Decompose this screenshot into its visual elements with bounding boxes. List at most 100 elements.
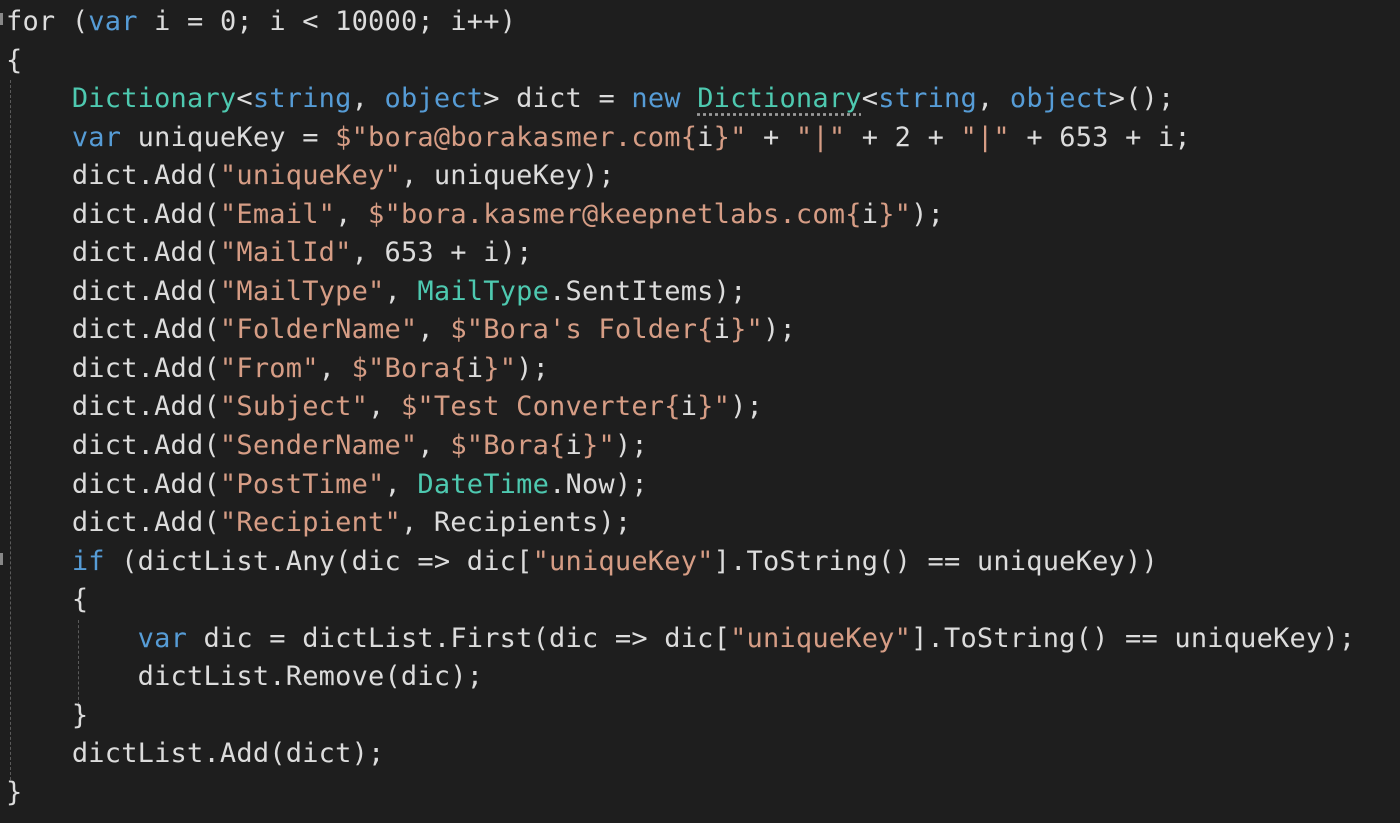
code-line[interactable]: dict.Add("From", $"Bora{i}");: [6, 350, 1355, 389]
code-line[interactable]: dict.Add("Email", $"bora.kasmer@keepnetl…: [6, 196, 1355, 235]
code-line[interactable]: dictList.Remove(dic);: [6, 658, 1355, 697]
code-token: object: [384, 83, 484, 115]
code-token: {: [6, 584, 89, 616]
code-token: var: [88, 6, 138, 37]
code-token: for: [6, 6, 56, 37]
code-token: if: [71, 545, 105, 577]
code-token: i: [680, 391, 698, 423]
code-token: "MailType": [219, 275, 385, 307]
code-token: var: [71, 121, 122, 153]
code-line[interactable]: dict.Add("uniqueKey", uniqueKey);: [6, 157, 1355, 196]
code-line[interactable]: {: [6, 42, 1355, 81]
code-line[interactable]: for (var i = 0; i < 10000; i++): [6, 3, 1355, 42]
code-token: ,: [976, 83, 1010, 115]
code-token: dict.Add(: [6, 314, 220, 346]
code-line[interactable]: {: [6, 581, 1355, 620]
code-token: dict.Add(: [6, 237, 220, 269]
code-token: }: [6, 699, 89, 731]
code-line[interactable]: Dictionary<string, object> dict = new Di…: [6, 80, 1355, 119]
code-token: $"bora.kasmer@keepnetlabs.com{: [368, 198, 862, 230]
code-token: ,: [384, 468, 418, 500]
code-line[interactable]: dictList.Add(dict);: [6, 735, 1355, 774]
code-token: }": [878, 198, 912, 230]
code-text-area[interactable]: for (var i = 0; i < 10000; i++){ Diction…: [6, 3, 1355, 812]
code-token: , Recipients);: [400, 507, 632, 539]
code-token: string: [878, 83, 977, 115]
code-token: ,: [351, 83, 385, 115]
code-token: }": [730, 314, 763, 346]
code-token: "uniqueKey": [532, 545, 714, 577]
code-line[interactable]: dict.Add("MailId", 653 + i);: [6, 234, 1355, 273]
code-token: "Recipient": [219, 507, 401, 539]
code-line[interactable]: dict.Add("Subject", $"Test Converter{i}"…: [6, 388, 1355, 427]
code-token: ,: [384, 275, 418, 307]
code-token: uniqueKey =: [121, 121, 336, 153]
code-token: , 653 + i);: [351, 237, 533, 269]
fold-marker-for[interactable]: [0, 13, 3, 25]
code-line[interactable]: }: [6, 697, 1355, 736]
code-token: new: [631, 83, 681, 115]
code-token: i: [697, 121, 714, 153]
code-token: +: [746, 121, 796, 153]
code-line[interactable]: if (dictList.Any(dic => dic["uniqueKey"]…: [6, 543, 1355, 582]
code-editor[interactable]: for (var i = 0; i < 10000; i++){ Diction…: [0, 0, 1400, 823]
code-token: $"Bora{: [450, 430, 566, 462]
code-token: DateTime: [417, 468, 550, 500]
code-token: , uniqueKey);: [400, 160, 615, 192]
code-token: }": [713, 121, 747, 153]
code-line[interactable]: var dic = dictList.First(dic => dic["uni…: [6, 620, 1356, 659]
code-token: ,: [335, 198, 369, 230]
code-token: dic = dictList.First(dic => dic[: [187, 622, 731, 654]
code-token: );: [614, 430, 648, 462]
code-line[interactable]: }: [6, 774, 1355, 813]
code-token: );: [730, 391, 764, 423]
code-line[interactable]: dict.Add("FolderName", $"Bora's Folder{i…: [6, 311, 1355, 350]
code-token: dict.Add(: [6, 352, 220, 384]
code-token: + 2 +: [845, 121, 961, 153]
code-token: dictList.Add(dict);: [6, 738, 385, 770]
code-token: );: [911, 198, 945, 230]
code-token: .Now);: [549, 468, 648, 500]
code-token: dict.Add(: [6, 198, 220, 230]
fold-marker-if[interactable]: [0, 553, 3, 565]
code-token: i: [565, 430, 582, 462]
code-token: >();: [1108, 83, 1175, 115]
code-line[interactable]: dict.Add("Recipient", Recipients);: [6, 504, 1355, 543]
code-token: "From": [219, 352, 319, 384]
code-token: dict.Add(: [6, 391, 220, 423]
code-token: Dictionary: [697, 83, 862, 115]
code-token: object: [1009, 83, 1109, 115]
code-token: var: [137, 622, 188, 654]
code-token: dict.Add(: [6, 468, 220, 500]
code-line[interactable]: var uniqueKey = $"bora@borakasmer.com{i}…: [6, 119, 1355, 158]
code-token: ,: [417, 430, 451, 462]
code-token: dict.Add(: [6, 275, 220, 307]
code-token: ].ToString() == uniqueKey);: [911, 622, 1356, 654]
code-token: <: [861, 83, 879, 115]
code-token: dict.Add(: [6, 430, 220, 462]
code-line[interactable]: dict.Add("PostTime", DateTime.Now);: [6, 466, 1355, 505]
code-token: <: [236, 83, 253, 115]
code-token: MailType: [417, 275, 550, 307]
code-token: }": [581, 430, 615, 462]
code-token: > dict =: [483, 83, 632, 115]
code-token: "MailId": [219, 237, 352, 269]
code-token: i = 0; i < 10000; i++): [137, 6, 517, 37]
code-token: {: [6, 44, 23, 76]
code-token: "SenderName": [219, 430, 418, 462]
code-token: $"bora@borakasmer.com{: [335, 121, 698, 153]
code-token: dict.Add(: [6, 160, 220, 192]
code-token: .SentItems);: [549, 275, 747, 307]
code-token: }": [483, 352, 517, 384]
code-token: dict.Add(: [6, 507, 220, 539]
code-line[interactable]: dict.Add("MailType", MailType.SentItems)…: [6, 273, 1355, 312]
code-token: );: [763, 314, 796, 346]
code-token: i: [713, 314, 731, 346]
code-token: "|": [960, 121, 1010, 153]
code-line[interactable]: dict.Add("SenderName", $"Bora{i}");: [6, 427, 1355, 466]
code-token: "uniqueKey": [730, 622, 912, 654]
